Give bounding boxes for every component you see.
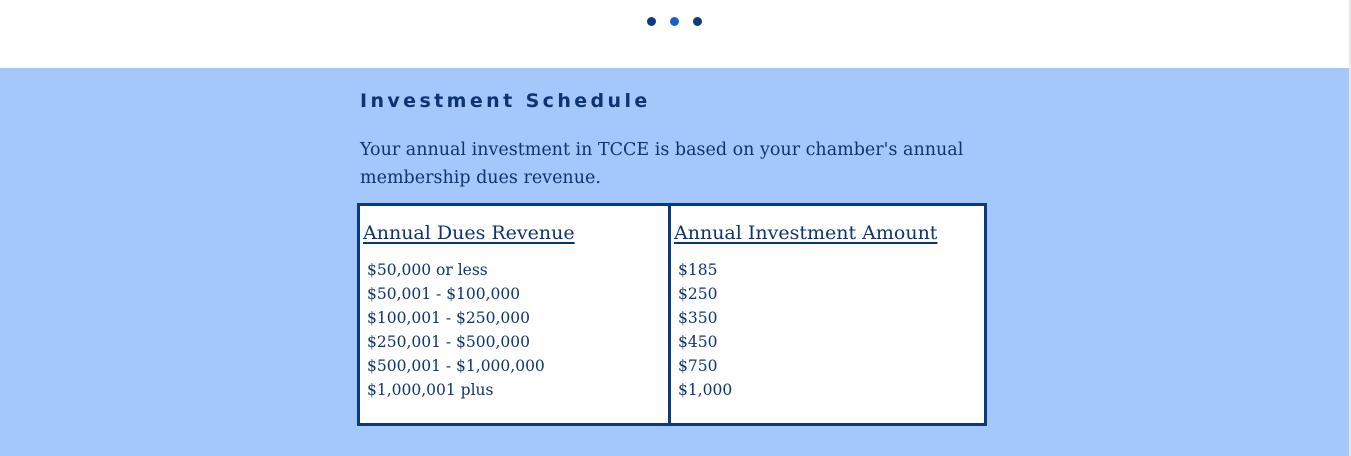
revenue-list: $50,000 or less $50,001 - $100,000 $100,…: [367, 258, 545, 402]
revenue-column-header: Annual Dues Revenue: [363, 222, 575, 244]
revenue-row: $100,001 - $250,000: [367, 309, 531, 327]
revenue-row: $250,001 - $500,000: [367, 333, 531, 351]
carousel-dot-2[interactable]: [670, 17, 679, 26]
amount-row: $350: [678, 309, 718, 327]
amount-row: $450: [678, 333, 718, 351]
section-heading: Investment Schedule: [360, 90, 651, 112]
carousel-dot-3[interactable]: [693, 17, 702, 26]
carousel-dots: [647, 17, 702, 26]
amount-column-header: Annual Investment Amount: [674, 222, 938, 244]
amount-row: $1,000: [678, 381, 733, 399]
amount-row: $185: [678, 261, 718, 279]
amount-row: $750: [678, 357, 718, 375]
page: Investment Schedule Your annual investme…: [0, 0, 1351, 456]
intro-text: Your annual investment in TCCE is based …: [360, 140, 964, 188]
revenue-row: $500,001 - $1,000,000: [367, 357, 545, 375]
amount-list: $185 $250 $350 $450 $750 $1,000: [678, 258, 732, 402]
revenue-row: $50,000 or less: [367, 261, 488, 279]
carousel-dot-1[interactable]: [647, 17, 656, 26]
revenue-row: $1,000,001 plus: [367, 381, 494, 399]
investment-schedule-table: Annual Dues Revenue $50,000 or less $50,…: [357, 203, 987, 426]
revenue-row: $50,001 - $100,000: [367, 285, 521, 303]
revenue-column: Annual Dues Revenue $50,000 or less $50,…: [360, 206, 671, 423]
amount-row: $250: [678, 285, 718, 303]
top-strip: [0, 0, 1349, 68]
amount-column: Annual Investment Amount $185 $250 $350 …: [671, 206, 984, 423]
